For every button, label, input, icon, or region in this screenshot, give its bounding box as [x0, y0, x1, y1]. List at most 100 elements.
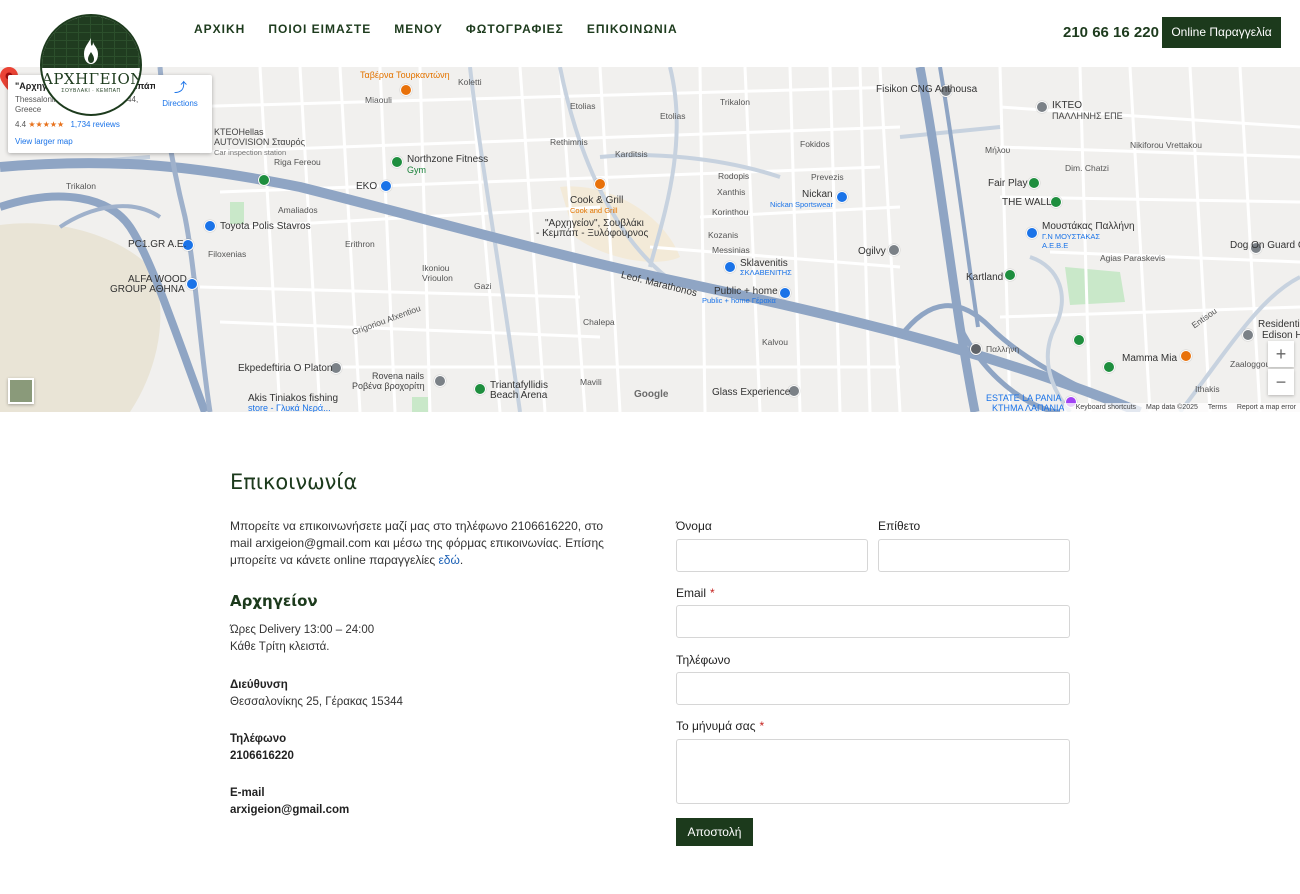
- poi-toyota[interactable]: Toyota Polis Stavros: [220, 221, 311, 232]
- zoom-in-button[interactable]: +: [1268, 341, 1294, 367]
- poi-northzone[interactable]: Northzone Fitness: [407, 154, 488, 165]
- poi-moustakas[interactable]: Μουστάκας Παλλήνη: [1042, 221, 1135, 232]
- email-label: E-mail: [230, 787, 265, 799]
- map-label-chalepa: Chalepa: [583, 317, 615, 327]
- nav-photos[interactable]: ΦΩΤΟΓΡΑΦΙΕΣ: [466, 22, 564, 36]
- inspection-pin-icon[interactable]: [1036, 101, 1048, 113]
- phone-value[interactable]: 2106616220: [230, 748, 294, 765]
- poi-glass[interactable]: Glass Experience: [712, 387, 790, 398]
- pizza-pin-icon[interactable]: [1180, 350, 1192, 362]
- place-rating: 4.4 ★★★★★ 1,734 reviews: [15, 120, 120, 129]
- store-pin-icon[interactable]: [779, 287, 791, 299]
- poi-fisikon[interactable]: Fisikon CNG Anthousa: [876, 84, 977, 95]
- kart-pin-icon[interactable]: [1004, 269, 1016, 281]
- poi-triantafyllidis-2[interactable]: Beach Arena: [490, 390, 547, 401]
- car-dealer-pin-icon[interactable]: [204, 220, 216, 232]
- poi-alfawood-2[interactable]: GROUP ΑΘΗΝΑ: [110, 284, 185, 295]
- green-pin-icon[interactable]: [1103, 361, 1115, 373]
- map-label-messinias: Messinias: [712, 245, 750, 255]
- poi-nickan[interactable]: Nickan: [802, 189, 833, 200]
- fairplay-pin-icon[interactable]: [1028, 177, 1040, 189]
- poi-cook-grill-2[interactable]: Cook and Grill: [570, 206, 618, 215]
- poi-kartland[interactable]: Kartland: [966, 272, 1003, 283]
- poi-rovena-2[interactable]: Ροβένα βροχορίτη: [352, 381, 425, 391]
- nav-contact[interactable]: ΕΠΙΚΟΙΝΩΝΙΑ: [587, 22, 678, 36]
- market-pin-icon[interactable]: [1026, 227, 1038, 239]
- poi-cook-grill[interactable]: Cook & Grill: [570, 195, 623, 206]
- poi-akis-2[interactable]: store - Γλυκά Νερά...: [248, 403, 331, 412]
- poi-archigeion-2[interactable]: - Κεμπάπ - Ξυλόφουρνος: [536, 228, 648, 239]
- report-error-link[interactable]: Report a map error: [1237, 404, 1296, 411]
- fuel-pin-icon[interactable]: [380, 180, 392, 192]
- directions-link[interactable]: Directions: [160, 99, 200, 108]
- email-value[interactable]: arxigeion@gmail.com: [230, 802, 349, 819]
- last-name-field[interactable]: [878, 539, 1070, 572]
- poi-dog[interactable]: Dog On Guard Gr: [1230, 240, 1300, 251]
- map-label-prevezis: Prevezis: [811, 172, 844, 182]
- map-label-miaouli: Miaouli: [365, 95, 392, 105]
- supermarket-pin-icon[interactable]: [724, 261, 736, 273]
- gym-pin-icon[interactable]: [391, 156, 403, 168]
- poi-ogilvy[interactable]: Ogilvy: [858, 246, 886, 257]
- train-station-icon[interactable]: [970, 343, 982, 355]
- poi-moustakas-2[interactable]: Γ.Ν ΜΟΥΣΤΑΚΑΣ: [1042, 232, 1100, 241]
- online-order-button[interactable]: Online Παραγγελία: [1162, 17, 1281, 48]
- nav-about[interactable]: ΠΟΙΟΙ ΕΙΜΑΣΤΕ: [268, 22, 371, 36]
- green-pin-icon-2[interactable]: [1073, 334, 1085, 346]
- keyboard-shortcuts-link[interactable]: Keyboard shortcuts: [1076, 404, 1136, 411]
- message-field[interactable]: [676, 739, 1070, 804]
- terms-link[interactable]: Terms: [1208, 404, 1227, 411]
- poi-moustakas-3[interactable]: Α.Ε.Β.Ε: [1042, 241, 1068, 250]
- phone-field[interactable]: [676, 672, 1070, 705]
- online-order-link[interactable]: εδώ: [438, 553, 459, 567]
- office-pin-icon[interactable]: [888, 244, 900, 256]
- poi-car-inspection[interactable]: Car inspection station: [214, 148, 286, 157]
- poi-iktep[interactable]: ΙΚΤΕΟ: [1052, 100, 1082, 111]
- poi-thewall[interactable]: THE WALL: [1002, 197, 1052, 208]
- reviews-link[interactable]: 1,734 reviews: [70, 120, 119, 129]
- map-label-xanthis: Xanthis: [717, 187, 746, 197]
- poi-public-2[interactable]: Public + home Γέρακα: [702, 296, 776, 305]
- poi-pcgr[interactable]: PC1.GR A.E.: [128, 239, 186, 250]
- park-pin-icon[interactable]: [258, 174, 270, 186]
- shop-pin-icon[interactable]: [836, 191, 848, 203]
- site-logo[interactable]: ΑΡΧΗΓΕΙΟΝ ΣΟΥΒΛΑΚΙ · ΚΕΜΠΑΠ: [40, 14, 142, 116]
- poi-edison[interactable]: Edison H: [1262, 330, 1300, 341]
- poi-taverna[interactable]: Ταβέρνα Τουρκαντώνη: [360, 70, 450, 80]
- submit-button[interactable]: Αποστολή: [676, 818, 753, 846]
- satellite-toggle-button[interactable]: [8, 378, 34, 404]
- zoom-out-button[interactable]: −: [1268, 369, 1294, 395]
- address-value: Θεσσαλονίκης 25, Γέρακας 15344: [230, 696, 403, 708]
- wood-pin-icon[interactable]: [186, 278, 198, 290]
- nav-menu[interactable]: ΜΕΝΟΥ: [394, 22, 443, 36]
- first-name-field[interactable]: [676, 539, 868, 572]
- directions-icon[interactable]: ⤴: [174, 81, 188, 95]
- restaurant-pin-icon[interactable]: [400, 84, 412, 96]
- residential-pin-icon[interactable]: [1242, 329, 1254, 341]
- poi-gym[interactable]: Gym: [407, 165, 426, 175]
- poi-autovision[interactable]: AUTOVISION Σταυρός: [214, 137, 305, 147]
- poi-ekpedeftiria[interactable]: Ekpedeftiria O Platon: [238, 363, 333, 374]
- poi-estate[interactable]: ESTATE LA PANIA: [986, 393, 1062, 403]
- poi-iktep-2[interactable]: ΠΑΛΛΗΝΗΣ ΕΠΕ: [1052, 111, 1123, 121]
- beach-pin-icon[interactable]: [474, 383, 486, 395]
- email-field[interactable]: [676, 605, 1070, 638]
- poi-nickan-2[interactable]: Nickan Sportswear: [770, 200, 833, 209]
- poi-estate-2[interactable]: ΚΤΗΜΑ ΛΑΠΑΝΙΑ: [992, 403, 1065, 412]
- nav-home[interactable]: ΑΡΧΙΚΗ: [194, 22, 245, 36]
- poi-mammamia[interactable]: Mamma Mia: [1122, 353, 1177, 364]
- map-label-etolias-2: Etolias: [660, 111, 686, 121]
- grill-pin-icon[interactable]: [594, 178, 606, 190]
- google-map[interactable]: Trikalon Trikalon Etolias Etolias Miaoul…: [0, 67, 1300, 412]
- map-data-text: Map data ©2025: [1146, 404, 1198, 411]
- poi-residential[interactable]: Residential: [1258, 319, 1300, 330]
- address-label: Διεύθυνση: [230, 679, 288, 691]
- view-larger-map-link[interactable]: View larger map: [15, 137, 73, 146]
- nails-pin-icon[interactable]: [434, 375, 446, 387]
- poi-eko[interactable]: EKO: [356, 181, 377, 192]
- header-phone[interactable]: 210 66 16 220: [1063, 24, 1159, 41]
- poi-fairplay[interactable]: Fair Play: [988, 178, 1027, 189]
- poi-rovena[interactable]: Rovena nails: [372, 371, 424, 381]
- poi-sklavenitis-2[interactable]: ΣΚΛΑΒΕΝΙΤΗΣ: [740, 268, 792, 277]
- poi-kteohellas[interactable]: KTEOHellas: [214, 127, 264, 137]
